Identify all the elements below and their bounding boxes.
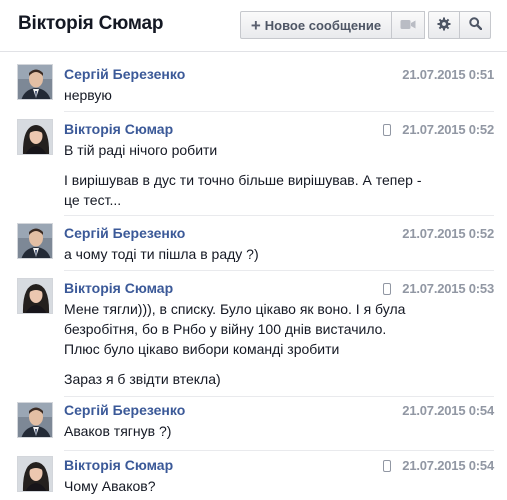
message-timestamp: 21.07.2015 0:53 [402, 281, 494, 296]
avatar[interactable] [17, 119, 53, 155]
conversation-header: Вікторія Сюмар + Новое сообщение [0, 0, 507, 52]
message-author[interactable]: Сергій Березенко [64, 225, 185, 241]
video-camera-icon [400, 18, 416, 33]
message-timestamp: 21.07.2015 0:54 [402, 403, 494, 418]
avatar[interactable] [17, 456, 53, 492]
new-message-label: Новое сообщение [264, 17, 382, 33]
avatar[interactable] [17, 402, 53, 438]
message-text: нервую [64, 87, 112, 103]
message-author[interactable]: Вікторія Сюмар [64, 280, 173, 296]
gear-icon [437, 17, 451, 34]
message-divider [64, 270, 494, 271]
message-timestamp: 21.07.2015 0:52 [402, 122, 494, 137]
message-text: а чому тоді ти пішла в раду ?) [64, 246, 259, 262]
message-text: Мене тягли))), в списку. Було цікаво як … [64, 301, 406, 317]
message-text: це тест... [64, 192, 122, 208]
message-text: Зараз я б звідти втекла) [64, 371, 221, 387]
mobile-phone-icon [383, 460, 391, 472]
message-author[interactable]: Сергій Березенко [64, 66, 185, 82]
mobile-phone-icon [383, 283, 391, 295]
video-call-button[interactable] [392, 11, 425, 39]
message-text: І вирішував в дус ти точно більше вирішу… [64, 172, 422, 188]
message-author[interactable]: Вікторія Сюмар [64, 121, 173, 137]
avatar[interactable] [17, 278, 53, 314]
message-text: Чому Аваков? [64, 478, 156, 494]
avatar[interactable] [17, 64, 53, 100]
message-text: В тій раді нічого робити [64, 142, 218, 158]
message-text: Аваков тягнув ?) [64, 423, 172, 439]
search-button[interactable] [460, 11, 491, 39]
message-divider [64, 450, 494, 451]
message-timestamp: 21.07.2015 0:51 [402, 67, 494, 82]
avatar[interactable] [17, 223, 53, 259]
message-divider [64, 215, 494, 216]
message-text: безробітня, бо в Рнбо у війну 100 днів в… [64, 321, 387, 337]
mobile-phone-icon [383, 124, 391, 136]
message-author[interactable]: Вікторія Сюмар [64, 457, 173, 473]
conversation-title: Вікторія Сюмар [18, 13, 164, 34]
message-timestamp: 21.07.2015 0:54 [402, 458, 494, 473]
message-divider [64, 396, 494, 397]
new-message-button[interactable]: + Новое сообщение [240, 11, 392, 39]
plus-icon: + [250, 15, 261, 35]
settings-button[interactable] [428, 11, 460, 39]
message-divider [64, 111, 494, 112]
message-author[interactable]: Сергій Березенко [64, 402, 185, 418]
search-icon [468, 17, 482, 33]
message-text: Плюс було цікаво вибори команді зробити [64, 341, 340, 357]
message-timestamp: 21.07.2015 0:52 [402, 226, 494, 241]
